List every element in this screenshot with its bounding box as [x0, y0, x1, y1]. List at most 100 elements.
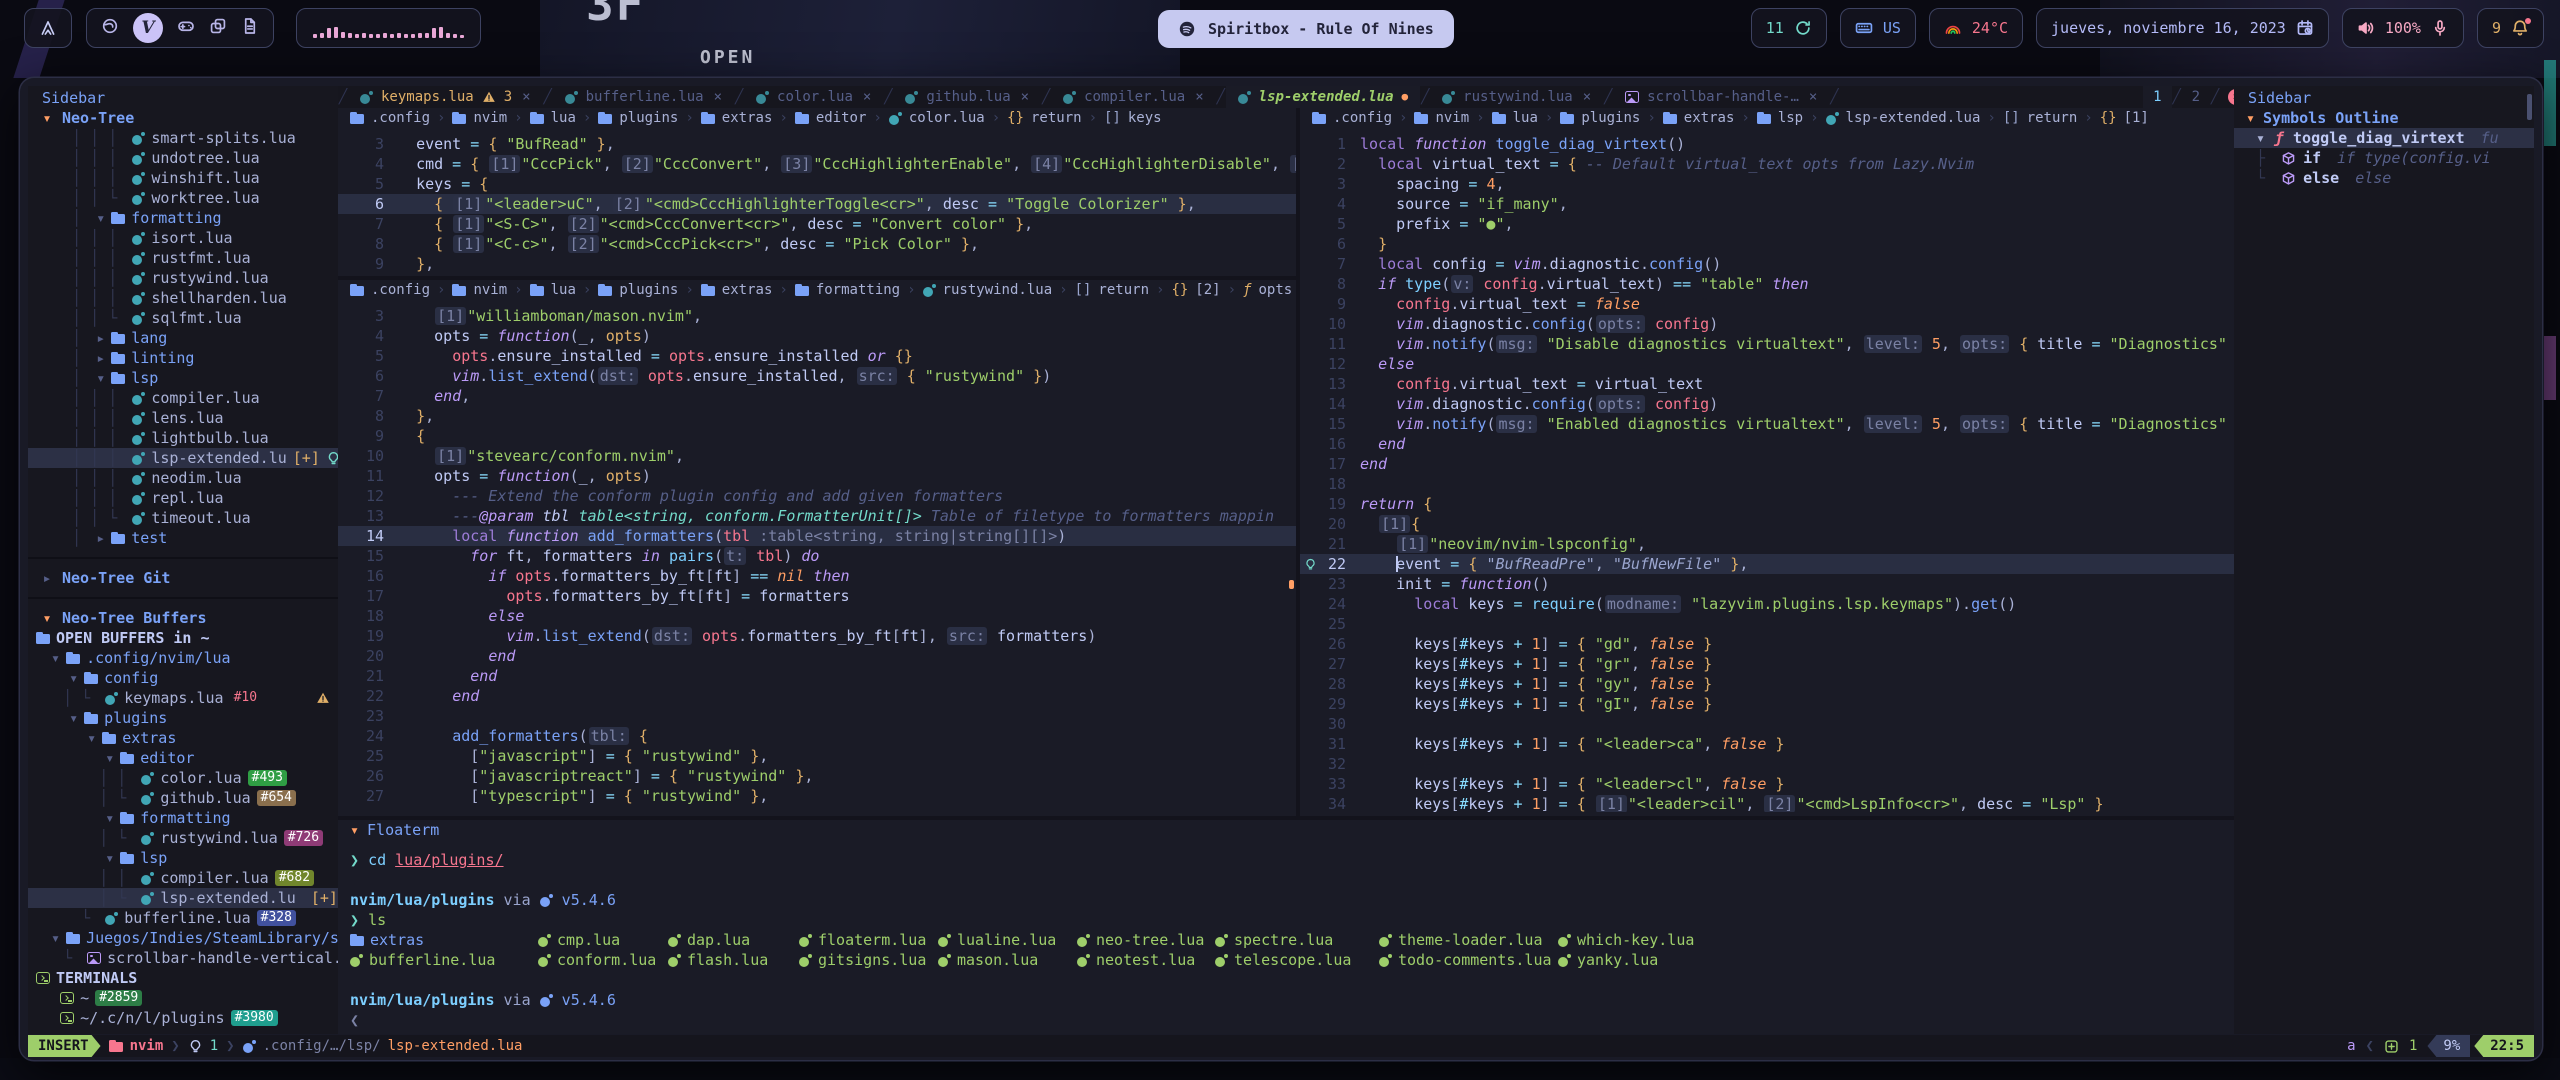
- tree-item-rustfmt-lua[interactable]: │ │ │ rustfmt.lua: [28, 248, 338, 268]
- outline-item-if[interactable]: ├ if if type(config.vi: [2234, 148, 2534, 168]
- breadcrumb-item[interactable]: lua: [551, 108, 576, 128]
- tree-item-c-n-l-plugins[interactable]: ~/.c/n/l/plugins#3980: [28, 1008, 338, 1028]
- breadcrumb-item[interactable]: .config: [1333, 108, 1392, 128]
- symbols-outline-header[interactable]: ▾Symbols Outline: [2234, 108, 2534, 128]
- audio-visualizer[interactable]: [296, 8, 481, 48]
- workspace-vivaldi[interactable]: V: [133, 13, 163, 43]
- notifications-widget[interactable]: 9: [2477, 8, 2544, 48]
- editor-pane-lsp-extended-lua[interactable]: .config›nvim›lua›plugins›extras›lsp›lsp-…: [1300, 108, 2252, 812]
- tab-scrollbar-handle[interactable]: scrollbar-handle-…×: [1613, 86, 1829, 108]
- tree-item-lang[interactable]: │ ▸lang: [28, 328, 338, 348]
- date-widget[interactable]: jueves, noviembre 16, 2023: [2036, 8, 2329, 48]
- tree-item-linting[interactable]: │ ▸linting: [28, 348, 338, 368]
- tab-color[interactable]: color.lua×: [744, 86, 883, 108]
- workspace-docs[interactable]: [241, 17, 259, 40]
- tree-item-rustywind-lua[interactable]: │ │ │ rustywind.lua: [28, 268, 338, 288]
- tree-item-lsp-extended-lu[interactable]: │ └ lsp-extended.lu [+]: [28, 888, 338, 908]
- tab-close-icon[interactable]: ×: [1583, 87, 1591, 107]
- app-launcher-button[interactable]: [24, 8, 72, 48]
- tree-item-terminals[interactable]: TERMINALS: [28, 968, 338, 988]
- tree-item-color-lua[interactable]: │ │ color.lua#493: [28, 768, 338, 788]
- tree-item-keymaps-lua[interactable]: │ └ keymaps.lua#10: [28, 688, 338, 708]
- tree-item-rustywind-lua[interactable]: │ └ rustywind.lua#726: [28, 828, 338, 848]
- tree-item-compiler-lua[interactable]: │ │ │ compiler.lua: [28, 388, 338, 408]
- tree-item-bufferline-lua[interactable]: └ bufferline.lua#328: [28, 908, 338, 928]
- tree-item-open-buffers-in[interactable]: OPEN BUFFERS in ~: [28, 628, 338, 648]
- tree-item-github-lua[interactable]: │ └ github.lua#654: [28, 788, 338, 808]
- tree-item-formatting[interactable]: │ ▾formatting: [28, 208, 338, 228]
- breadcrumb-item[interactable]: return: [1098, 280, 1149, 300]
- tree-item-repl-lua[interactable]: │ │ │ repl.lua: [28, 488, 338, 508]
- breadcrumb-item[interactable]: .config: [371, 280, 430, 300]
- tab-close-icon[interactable]: ×: [1809, 87, 1817, 107]
- tree-item-shellharden-lua[interactable]: │ │ │ shellharden.lua: [28, 288, 338, 308]
- editor-pane-color-lua[interactable]: .config›nvim›lua›plugins›extras›editor›c…: [338, 108, 1296, 276]
- breadcrumb-item[interactable]: extras: [722, 108, 773, 128]
- tree-item-lsp-extended-lu[interactable]: │ │ │ lsp-extended.lu[+]: [28, 448, 338, 468]
- tree-item-winshift-lua[interactable]: │ │ │ winshift.lua: [28, 168, 338, 188]
- breadcrumb-item[interactable]: nvim: [473, 280, 507, 300]
- tab-rustywind[interactable]: rustywind.lua×: [1430, 86, 1603, 108]
- tree-item-editor[interactable]: ▾editor: [28, 748, 338, 768]
- outline-scrollbar[interactable]: [2527, 94, 2532, 120]
- tree-item-juegos-indies-steamlibrary-st[interactable]: ▾Juegos/Indies/SteamLibrary/st: [28, 928, 338, 948]
- tab-keymaps[interactable]: keymaps.lua3×: [348, 86, 543, 108]
- breadcrumb-item[interactable]: extras: [1684, 108, 1735, 128]
- tree-item-config[interactable]: ▾config: [28, 668, 338, 688]
- tree-item-lens-lua[interactable]: │ │ │ lens.lua: [28, 408, 338, 428]
- tree-item-neodim-lua[interactable]: │ │ │ neodim.lua: [28, 468, 338, 488]
- breadcrumb-item[interactable]: lua: [1513, 108, 1538, 128]
- tree-item-plugins[interactable]: ▾plugins: [28, 708, 338, 728]
- updates-widget[interactable]: 11: [1751, 8, 1827, 48]
- outline-item-toggle-diag-virtext[interactable]: ▾ƒtoggle_diag_virtext fu: [2234, 128, 2534, 148]
- tree-item-lsp[interactable]: ▾lsp: [28, 848, 338, 868]
- tree-item-formatting[interactable]: ▾formatting: [28, 808, 338, 828]
- breadcrumb-item[interactable]: plugins: [619, 108, 678, 128]
- tree-item-undotree-lua[interactable]: │ │ │ undotree.lua: [28, 148, 338, 168]
- tab-close-icon[interactable]: ×: [522, 87, 530, 107]
- breadcrumb-item[interactable]: color.lua: [909, 108, 985, 128]
- breadcrumb-item[interactable]: keys: [1128, 108, 1162, 128]
- tab-close-icon[interactable]: ×: [714, 87, 722, 107]
- tree-item-worktree-lua[interactable]: │ │ └ worktree.lua: [28, 188, 338, 208]
- breadcrumb-item[interactable]: editor: [816, 108, 867, 128]
- tree-item-lsp[interactable]: │ ▾lsp: [28, 368, 338, 388]
- breadcrumb-item[interactable]: .config: [371, 108, 430, 128]
- tree-item-config-nvim-lua[interactable]: ▾.config/nvim/lua: [28, 648, 338, 668]
- breadcrumb-item[interactable]: nvim: [1435, 108, 1469, 128]
- tabpage-2[interactable]: 2: [2182, 86, 2210, 108]
- tree-item-compiler-lua[interactable]: │ │ compiler.lua#682: [28, 868, 338, 888]
- tree-section-neo-tree-buffers[interactable]: ▾Neo-Tree Buffers: [28, 608, 338, 628]
- workspace-browser[interactable]: [101, 17, 119, 40]
- weather-widget[interactable]: 24°C: [1929, 8, 2023, 48]
- breadcrumb-item[interactable]: return: [1031, 108, 1082, 128]
- tree-item-test[interactable]: │ ▸test: [28, 528, 338, 548]
- tabpage-1[interactable]: 1: [2143, 86, 2171, 108]
- volume-widget[interactable]: 100%: [2342, 8, 2464, 48]
- now-playing-toast[interactable]: Spiritbox - Rule Of Nines: [1158, 10, 1454, 48]
- tree-section-neo-tree[interactable]: ▾Neo-Tree: [28, 108, 338, 128]
- breadcrumb-item[interactable]: opts: [1258, 280, 1292, 300]
- breadcrumb-item[interactable]: plugins: [619, 280, 678, 300]
- tab-close-icon[interactable]: ×: [863, 87, 871, 107]
- floaterm-panel[interactable]: ▾Floaterm❯ cd lua/plugins/nvim/lua/plugi…: [338, 820, 2252, 1034]
- breadcrumb-item[interactable]: nvim: [473, 108, 507, 128]
- tree-section-neo-tree-git[interactable]: ▸Neo-Tree Git: [28, 568, 338, 588]
- breadcrumb-item[interactable]: [2]: [1195, 280, 1220, 300]
- tree-item-isort-lua[interactable]: │ │ │ isort.lua: [28, 228, 338, 248]
- breadcrumb-item[interactable]: lsp-extended.lua: [1846, 108, 1981, 128]
- tree-item-lightbulb-lua[interactable]: │ │ │ lightbulb.lua: [28, 428, 338, 448]
- editor-pane-rustywind-lua[interactable]: .config›nvim›lua›plugins›extras›formatti…: [338, 280, 1296, 816]
- neo-tree-sidebar[interactable]: Sidebar ▾Neo-Tree │ │ │ smart-splits.lua…: [28, 86, 338, 1034]
- tab-bufferline[interactable]: bufferline.lua×: [553, 86, 734, 108]
- breadcrumb-item[interactable]: extras: [722, 280, 773, 300]
- symbols-outline-sidebar[interactable]: Sidebar▾Symbols Outline▾ƒtoggle_diag_vir…: [2234, 86, 2534, 1034]
- keyboard-layout-widget[interactable]: US: [1840, 8, 1916, 48]
- breadcrumb-item[interactable]: [1]: [2124, 108, 2149, 128]
- tab-compiler[interactable]: compiler.lua×: [1051, 86, 1216, 108]
- breadcrumb-item[interactable]: rustywind.lua: [943, 280, 1053, 300]
- tab-lsp-extended[interactable]: lsp-extended.lua●: [1226, 86, 1420, 108]
- tree-item-extras[interactable]: ▾extras: [28, 728, 338, 748]
- tree-item-smart-splits-lua[interactable]: │ │ │ smart-splits.lua: [28, 128, 338, 148]
- tab-close-icon[interactable]: ×: [1021, 87, 1029, 107]
